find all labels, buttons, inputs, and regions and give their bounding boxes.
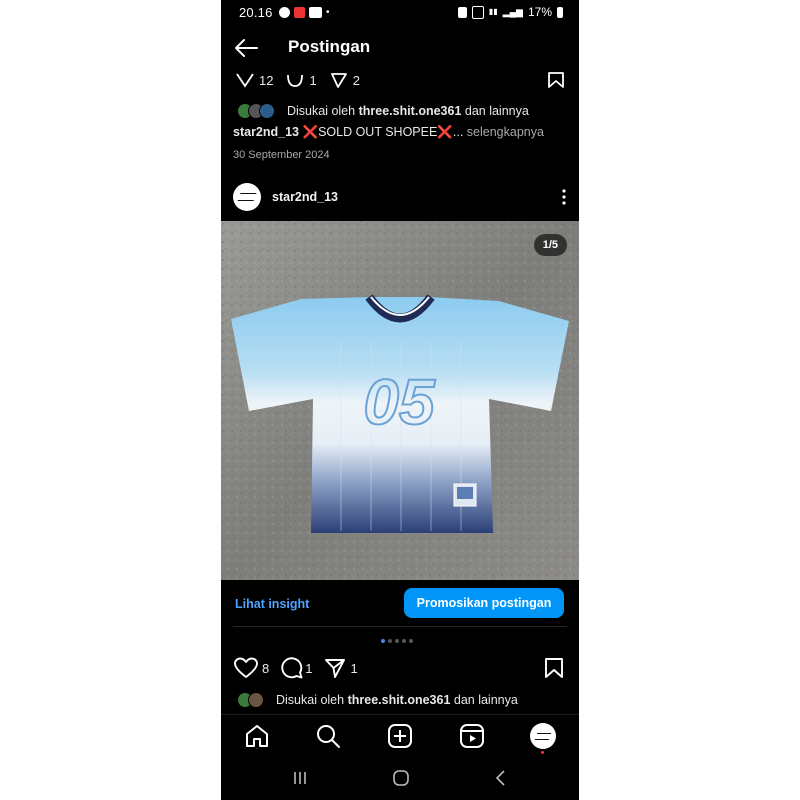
liked-by-text: Disukai oleh three.shit.one361 dan lainn… <box>276 693 518 707</box>
battery-text: 17% <box>527 5 552 19</box>
promote-button[interactable]: Promosikan postingan <box>404 588 564 618</box>
liked-avatars <box>237 103 275 119</box>
share-icon[interactable] <box>324 657 346 679</box>
prev-caption: star2nd_13 ❌SOLD OUT SHOPEE❌... selengka… <box>233 125 569 140</box>
post-image[interactable]: 05 1/5 <box>221 221 579 580</box>
share-count: 2 <box>352 72 360 88</box>
liked-by-text: Disukai oleh three.shit.one361 dan lainn… <box>287 104 529 118</box>
mute-icon <box>471 5 484 19</box>
bottom-nav <box>221 714 579 761</box>
home-icon[interactable] <box>244 723 270 749</box>
carousel-dots <box>381 639 413 643</box>
search-icon[interactable] <box>315 723 341 749</box>
avatar <box>248 692 264 708</box>
back-button-icon[interactable] <box>494 769 508 787</box>
phone-screen: 20.16 • ▮▮ ▂▄▆ 17% Postingan 12 1 2 Disu… <box>221 0 579 800</box>
avatar <box>259 103 275 119</box>
status-right: ▮▮ ▂▄▆ 17% <box>457 5 563 19</box>
signal-icon: ▂▄▆ <box>502 6 523 17</box>
heart-icon[interactable] <box>235 72 255 88</box>
carousel-dot <box>388 639 392 643</box>
like-count: 8 <box>262 660 270 676</box>
comment-icon[interactable] <box>285 72 305 88</box>
more-notifications-icon: • <box>326 7 330 18</box>
caption-text: ❌SOLD OUT SHOPEE❌... <box>302 125 464 139</box>
top-bar: Postingan <box>221 26 579 70</box>
youtube-icon <box>309 7 322 18</box>
share-count: 1 <box>350 660 358 676</box>
comment-icon[interactable] <box>281 657 303 679</box>
notification-dot <box>541 751 544 754</box>
prev-post-actions: 12 1 2 <box>235 71 565 89</box>
carousel-dot <box>395 639 399 643</box>
back-arrow-icon[interactable] <box>233 36 259 60</box>
like-count: 12 <box>259 72 274 88</box>
comment-count: 1 <box>305 660 313 676</box>
jersey-number: 05 <box>363 366 436 438</box>
reels-icon[interactable] <box>459 723 485 749</box>
battery-icon <box>557 6 563 18</box>
volte-icon: ▮▮ <box>488 7 498 16</box>
status-bar: 20.16 • ▮▮ ▂▄▆ 17% <box>221 0 579 26</box>
heart-icon[interactable] <box>234 657 258 679</box>
bookmark-icon[interactable] <box>547 71 565 89</box>
system-nav-bar <box>221 760 579 800</box>
caption-username[interactable]: star2nd_13 <box>233 125 299 139</box>
post-username[interactable]: star2nd_13 <box>272 190 338 204</box>
post-date: 30 September 2024 <box>233 149 330 161</box>
jersey-photo: 05 <box>221 221 579 580</box>
carousel-dot-active <box>381 639 385 643</box>
avatar[interactable] <box>233 183 261 211</box>
insight-link[interactable]: Lihat insight <box>235 597 309 611</box>
home-button-icon[interactable] <box>392 769 410 787</box>
carousel-dot <box>409 639 413 643</box>
post-header: star2nd_13 <box>233 183 569 211</box>
whatsapp-icon <box>279 7 290 18</box>
share-icon[interactable] <box>329 72 349 88</box>
create-post-icon[interactable] <box>387 723 413 749</box>
post-actions: 8 1 1 <box>234 657 564 679</box>
divider <box>233 626 567 627</box>
more-link[interactable]: selengkapnya <box>467 125 544 139</box>
carousel-counter: 1/5 <box>533 234 567 256</box>
status-time: 20.16 <box>239 5 273 20</box>
lock-icon <box>457 6 467 18</box>
page-title: Postingan <box>288 37 371 56</box>
comment-count: 1 <box>309 72 317 88</box>
status-notification-icons: • <box>279 7 330 18</box>
profile-avatar-icon[interactable] <box>530 723 556 749</box>
liked-avatars <box>237 692 264 708</box>
recent-apps-icon[interactable] <box>292 770 308 786</box>
app-notification-icon <box>294 7 305 18</box>
prev-liked-by[interactable]: Disukai oleh three.shit.one361 dan lainn… <box>237 102 567 120</box>
more-options-icon[interactable] <box>561 188 567 206</box>
carousel-dot <box>402 639 406 643</box>
bookmark-icon[interactable] <box>544 657 564 679</box>
liked-by[interactable]: Disukai oleh three.shit.one361 dan lainn… <box>237 691 567 709</box>
